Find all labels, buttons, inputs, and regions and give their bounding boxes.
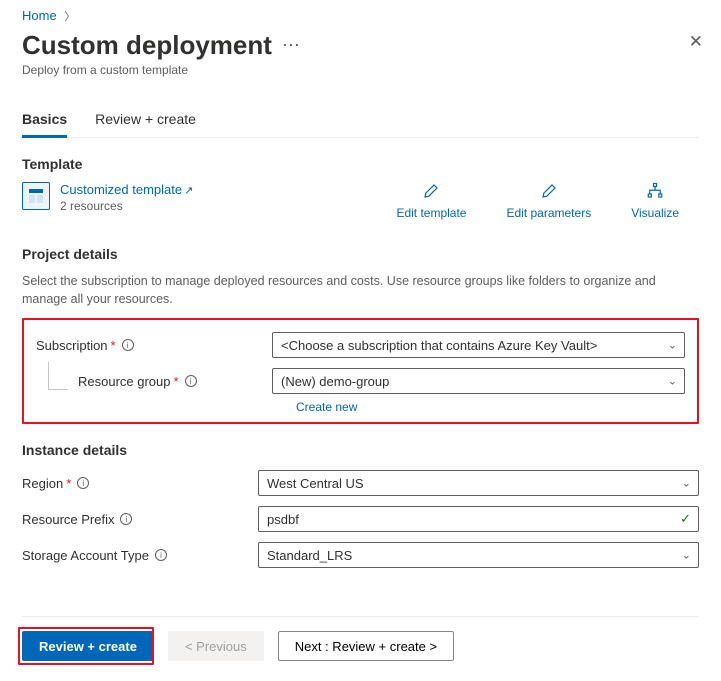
project-details-description: Select the subscription to manage deploy… xyxy=(22,272,662,308)
create-new-link[interactable]: Create new xyxy=(296,400,685,414)
edit-parameters-button[interactable]: Edit parameters xyxy=(506,182,591,220)
instance-details-heading: Instance details xyxy=(22,442,699,458)
pencil-icon xyxy=(540,182,558,200)
pencil-icon xyxy=(422,182,440,200)
external-link-icon: ↗ xyxy=(184,185,193,197)
tabs: Basics Review + create xyxy=(22,105,699,138)
storage-account-type-select[interactable] xyxy=(258,542,699,568)
subscription-label: Subscription* i xyxy=(36,338,272,353)
project-details-heading: Project details xyxy=(22,246,699,262)
region-label: Region* i xyxy=(22,476,258,491)
subscription-select[interactable] xyxy=(272,332,685,358)
resource-prefix-input[interactable] xyxy=(258,506,699,532)
template-heading: Template xyxy=(22,156,699,172)
info-icon[interactable]: i xyxy=(122,339,134,351)
hierarchy-icon xyxy=(646,182,664,200)
template-icon xyxy=(22,182,50,210)
highlight-project-details: Subscription* i ⌄ Resource group* i ⌄ Cr… xyxy=(22,318,699,424)
edit-template-button[interactable]: Edit template xyxy=(396,182,466,220)
visualize-button[interactable]: Visualize xyxy=(631,182,679,220)
close-button[interactable]: ✕ xyxy=(689,32,703,52)
visualize-label: Visualize xyxy=(631,206,679,220)
info-icon[interactable]: i xyxy=(120,513,132,525)
tree-elbow-icon xyxy=(48,362,68,390)
info-icon[interactable]: i xyxy=(155,549,167,561)
region-select[interactable] xyxy=(258,470,699,496)
resource-group-select[interactable] xyxy=(272,368,685,394)
tab-basics[interactable]: Basics xyxy=(22,105,67,137)
tab-review-create[interactable]: Review + create xyxy=(95,105,196,137)
template-resource-count: 2 resources xyxy=(60,199,193,213)
page-title: Custom deployment xyxy=(22,30,272,61)
previous-button: < Previous xyxy=(168,631,264,661)
chevron-right-icon: 〉 xyxy=(64,11,75,23)
breadcrumb: Home 〉 xyxy=(22,8,699,24)
resource-prefix-label: Resource Prefix i xyxy=(22,512,258,527)
edit-parameters-label: Edit parameters xyxy=(506,206,591,220)
page-subtitle: Deploy from a custom template xyxy=(22,63,699,77)
review-create-button[interactable]: Review + create xyxy=(22,631,154,661)
info-icon[interactable]: i xyxy=(77,477,89,489)
storage-account-type-label: Storage Account Type i xyxy=(22,548,258,563)
customized-template-label: Customized template xyxy=(60,182,182,197)
next-button[interactable]: Next : Review + create > xyxy=(278,631,454,661)
breadcrumb-home[interactable]: Home xyxy=(22,8,57,23)
edit-template-label: Edit template xyxy=(396,206,466,220)
footer-actions: Review + create < Previous Next : Review… xyxy=(22,616,699,661)
customized-template-link[interactable]: Customized template↗ xyxy=(60,182,193,197)
more-actions-button[interactable]: ⋯ xyxy=(282,35,300,56)
resource-group-label: Resource group* i xyxy=(36,374,272,389)
info-icon[interactable]: i xyxy=(185,375,197,387)
